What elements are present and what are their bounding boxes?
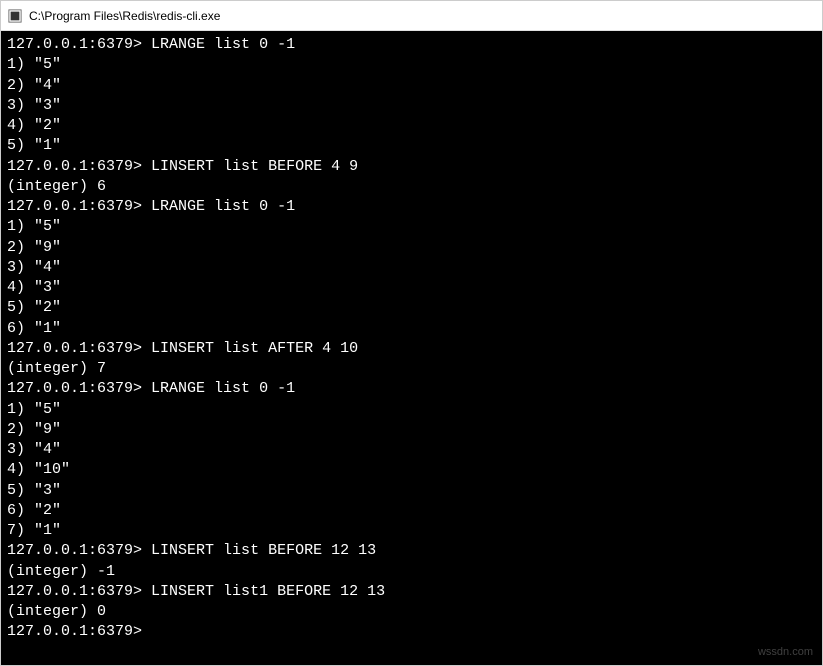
terminal-line: 4) "2" — [7, 116, 816, 136]
terminal-line: 4) "3" — [7, 278, 816, 298]
window-title: C:\Program Files\Redis\redis-cli.exe — [29, 9, 220, 23]
terminal-line: (integer) 6 — [7, 177, 816, 197]
app-window: C:\Program Files\Redis\redis-cli.exe 127… — [0, 0, 823, 666]
terminal-line: 127.0.0.1:6379> LINSERT list BEFORE 12 1… — [7, 541, 816, 561]
terminal-line: 5) "2" — [7, 298, 816, 318]
terminal-line: (integer) 7 — [7, 359, 816, 379]
terminal-line: 6) "2" — [7, 501, 816, 521]
terminal-line: 127.0.0.1:6379> LRANGE list 0 -1 — [7, 379, 816, 399]
terminal-line: 127.0.0.1:6379> LRANGE list 0 -1 — [7, 35, 816, 55]
terminal-line: (integer) -1 — [7, 562, 816, 582]
terminal-line: 1) "5" — [7, 400, 816, 420]
terminal-line: 7) "1" — [7, 521, 816, 541]
terminal-line: 127.0.0.1:6379> LINSERT list AFTER 4 10 — [7, 339, 816, 359]
terminal-line: 3) "4" — [7, 258, 816, 278]
terminal-output[interactable]: 127.0.0.1:6379> LRANGE list 0 -11) "5"2)… — [1, 31, 822, 665]
terminal-line: 5) "1" — [7, 136, 816, 156]
terminal-line: 3) "4" — [7, 440, 816, 460]
terminal-line: 3) "3" — [7, 96, 816, 116]
app-icon — [7, 8, 23, 24]
terminal-line: 1) "5" — [7, 55, 816, 75]
terminal-line: 6) "1" — [7, 319, 816, 339]
titlebar[interactable]: C:\Program Files\Redis\redis-cli.exe — [1, 1, 822, 31]
terminal-line: 2) "4" — [7, 76, 816, 96]
terminal-line: 4) "10" — [7, 460, 816, 480]
terminal-line: 127.0.0.1:6379> LINSERT list1 BEFORE 12 … — [7, 582, 816, 602]
terminal-line: 2) "9" — [7, 238, 816, 258]
terminal-line: 127.0.0.1:6379> — [7, 622, 816, 642]
terminal-line: 1) "5" — [7, 217, 816, 237]
terminal-line: 5) "3" — [7, 481, 816, 501]
terminal-line: 2) "9" — [7, 420, 816, 440]
terminal-line: (integer) 0 — [7, 602, 816, 622]
terminal-line: 127.0.0.1:6379> LRANGE list 0 -1 — [7, 197, 816, 217]
terminal-line: 127.0.0.1:6379> LINSERT list BEFORE 4 9 — [7, 157, 816, 177]
